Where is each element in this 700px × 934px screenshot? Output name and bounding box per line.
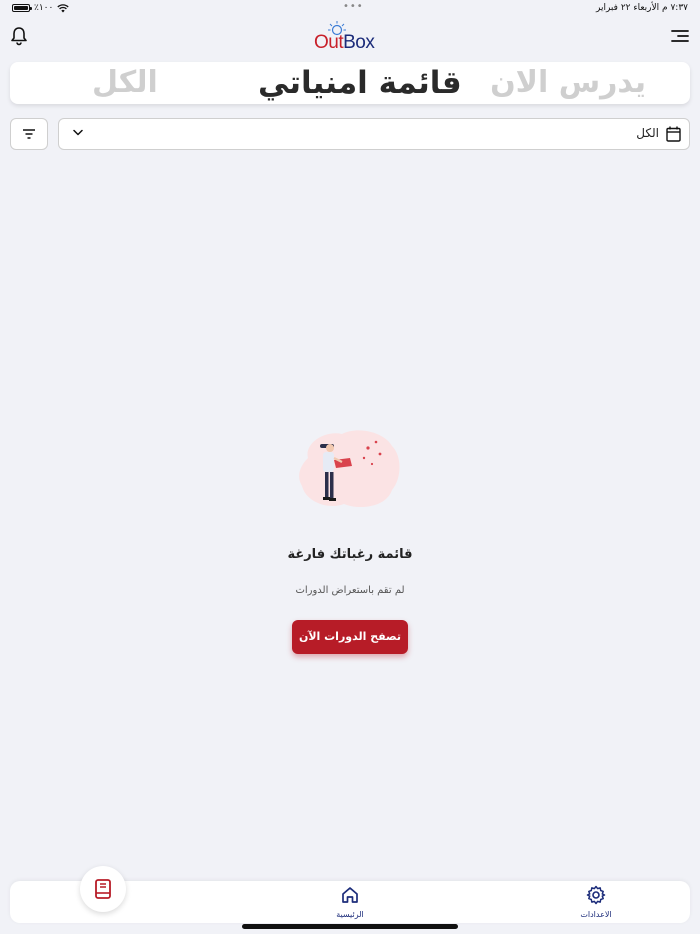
battery-percent: ٪١٠٠ bbox=[34, 3, 54, 13]
date-filter-value: الكل bbox=[636, 126, 659, 140]
nav-settings-label: الاعدادات bbox=[580, 910, 612, 919]
wifi-icon bbox=[57, 3, 70, 12]
filter-button[interactable] bbox=[10, 118, 48, 150]
nav-home-label: الرئيسية bbox=[336, 910, 364, 919]
bell-icon bbox=[11, 27, 27, 46]
empty-state-title: قائمة رغباتك فارغة bbox=[287, 547, 413, 562]
logo-text: OutBox bbox=[314, 32, 375, 54]
filter-icon bbox=[23, 129, 35, 139]
status-bar: ٪١٠٠ ••• ٧:٣٧ م الأربعاء ٢٢ فبراير bbox=[0, 0, 700, 18]
settings-icon bbox=[586, 885, 606, 905]
notifications-button[interactable] bbox=[10, 26, 28, 46]
battery-icon bbox=[12, 4, 32, 12]
menu-icon bbox=[671, 30, 689, 42]
logo-out: Out bbox=[314, 32, 344, 53]
home-icon bbox=[342, 887, 358, 903]
tab-all[interactable]: الكل bbox=[92, 62, 158, 104]
status-time-date: ٧:٣٧ م الأربعاء ٢٢ فبراير bbox=[595, 3, 688, 13]
menu-button[interactable] bbox=[670, 26, 690, 44]
calendar-icon bbox=[666, 126, 681, 142]
home-indicator[interactable] bbox=[242, 924, 458, 929]
my-courses-fab[interactable] bbox=[80, 866, 126, 912]
tab-studying-now[interactable]: يدرس الان bbox=[490, 62, 646, 104]
empty-wishlist-illustration bbox=[299, 430, 400, 508]
date-filter-select[interactable]: الكل bbox=[58, 118, 690, 150]
app-header: OutBox bbox=[0, 18, 700, 58]
book-icon bbox=[95, 879, 111, 899]
chevron-down-icon bbox=[73, 129, 83, 136]
multitask-dots[interactable]: ••• bbox=[343, 1, 364, 12]
status-indicators: ٪١٠٠ bbox=[12, 3, 70, 13]
logo-box: Box bbox=[343, 32, 375, 53]
outbox-logo: OutBox bbox=[314, 20, 386, 54]
course-tabs: يدرس الان قائمة امنياتي الكل bbox=[10, 62, 690, 104]
empty-state-subtitle: لم تقم باستعراض الدورات bbox=[295, 585, 405, 596]
tab-wishlist[interactable]: قائمة امنياتي bbox=[258, 62, 462, 104]
browse-courses-button[interactable]: تصفح الدورات الآن bbox=[292, 620, 408, 654]
nav-home[interactable]: الرئيسية bbox=[320, 885, 380, 919]
nav-settings[interactable]: الاعدادات bbox=[566, 885, 626, 919]
